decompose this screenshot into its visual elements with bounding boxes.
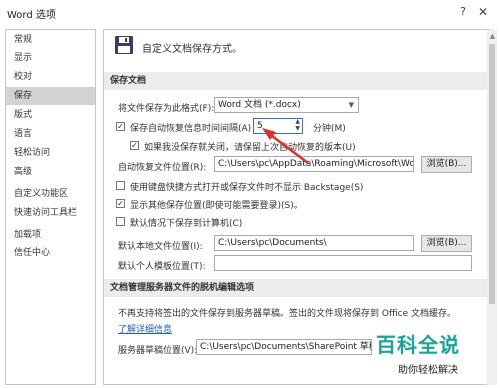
format-label: 将文件保存为此格式(F):	[118, 104, 215, 114]
format-value: Word 文档 (*.docx)	[218, 100, 301, 110]
minutes-label: 分钟(M)	[313, 124, 346, 134]
header-text: 自定义文档保存方式。	[142, 44, 242, 55]
sidebar-item-quick-access[interactable]: 快速访问工具栏	[6, 204, 95, 222]
help-button[interactable]: ?	[455, 4, 471, 20]
sidebar-item-advanced[interactable]: 高级	[6, 163, 95, 181]
server-drafts-label: 服务器草稿位置(V):	[118, 346, 198, 356]
close-button[interactable]: ✕	[475, 4, 491, 20]
save-to-computer-checkbox[interactable]	[116, 217, 125, 226]
browse-default-local-button[interactable]: 浏览(B)...	[421, 235, 472, 252]
section-save-documents: 保存文档	[104, 72, 489, 90]
sidebar-item-display[interactable]: 显示	[6, 49, 95, 67]
watermark-subtitle: 助你轻松解决	[398, 365, 458, 376]
sidebar-item-proofing[interactable]: 校对	[6, 68, 95, 86]
sidebar-item-customize-ribbon[interactable]: 自定义功能区	[6, 185, 95, 203]
window-title: Word 选项	[7, 10, 56, 21]
offline-note: 不再支持将签出的文件保存到服务器草稿。签出的文件现将保存到 Office 文档缓…	[118, 309, 456, 319]
sidebar-item-language[interactable]: 语言	[6, 125, 95, 143]
keep-last-version-label: 如果我没保存就关闭，请保留上次自动恢复的版本(U)	[144, 143, 356, 153]
chevron-down-icon: ▼	[348, 101, 354, 109]
sidebar-item-trust-center[interactable]: 信任中心	[6, 244, 95, 262]
server-drafts-input[interactable]: C:\Users\pc\Documents\SharePoint 草稿\	[196, 339, 372, 355]
floppy-disk-icon	[114, 35, 134, 55]
autorecover-location-label: 自动恢复文件位置(R):	[118, 163, 207, 173]
show-other-locations-label: 显示其他保存位置(即使可能需要登录)(S)。	[130, 201, 303, 211]
autorecover-minutes-input[interactable]: 5 ▲ ▼	[253, 118, 303, 134]
save-to-computer-label: 默认情况下保存到计算机(C)	[130, 219, 243, 229]
sidebar-item-save[interactable]: 保存	[6, 87, 95, 105]
section-offline-editing: 文档管理服务器文件的脱机编辑选项	[104, 279, 489, 297]
show-other-locations-checkbox[interactable]: ✓	[116, 199, 125, 208]
format-select[interactable]: Word 文档 (*.docx) ▼	[214, 97, 359, 113]
autorecover-label: 保存自动恢复信息时间间隔(A)	[130, 124, 252, 134]
no-backstage-checkbox[interactable]	[116, 181, 125, 190]
sidebar-item-addins[interactable]: 加载项	[6, 226, 95, 244]
watermark-logo-text: 百科全说	[376, 333, 460, 357]
spinner-arrows-icon[interactable]: ▲ ▼	[295, 119, 300, 132]
keep-last-version-checkbox[interactable]: ✓	[130, 141, 139, 150]
title-bar	[0, 0, 500, 26]
no-backstage-label: 使用键盘快捷方式打开或保存文件时不显示 Backstage(S)	[130, 183, 364, 193]
sidebar-item-general[interactable]: 常规	[6, 31, 95, 49]
default-local-input[interactable]: C:\Users\pc\Documents\	[214, 235, 414, 251]
browse-autorecover-button[interactable]: 浏览(B)...	[421, 156, 472, 173]
personal-templates-input[interactable]	[214, 255, 472, 271]
autorecover-location-input[interactable]: C:\Users\pc\AppData\Roaming\Microsoft\Wo…	[214, 156, 414, 172]
sidebar-item-accessibility[interactable]: 轻松访问	[6, 144, 95, 162]
sidebar: 常规 显示 校对 保存 版式 语言 轻松访问 高级 自定义功能区 快速访问工具栏…	[5, 29, 96, 385]
scrollbar-thumb[interactable]	[489, 44, 495, 304]
learn-more-link[interactable]: 了解详细信息	[118, 322, 172, 335]
autorecover-minutes-value: 5	[257, 121, 263, 131]
autorecover-checkbox[interactable]: ✓	[116, 122, 125, 131]
default-local-label: 默认本地文件位置(I):	[118, 242, 203, 252]
personal-templates-label: 默认个人模板位置(T):	[118, 262, 206, 272]
sidebar-item-layout[interactable]: 版式	[6, 106, 95, 124]
scroll-up-icon[interactable]: ▲	[488, 32, 497, 41]
